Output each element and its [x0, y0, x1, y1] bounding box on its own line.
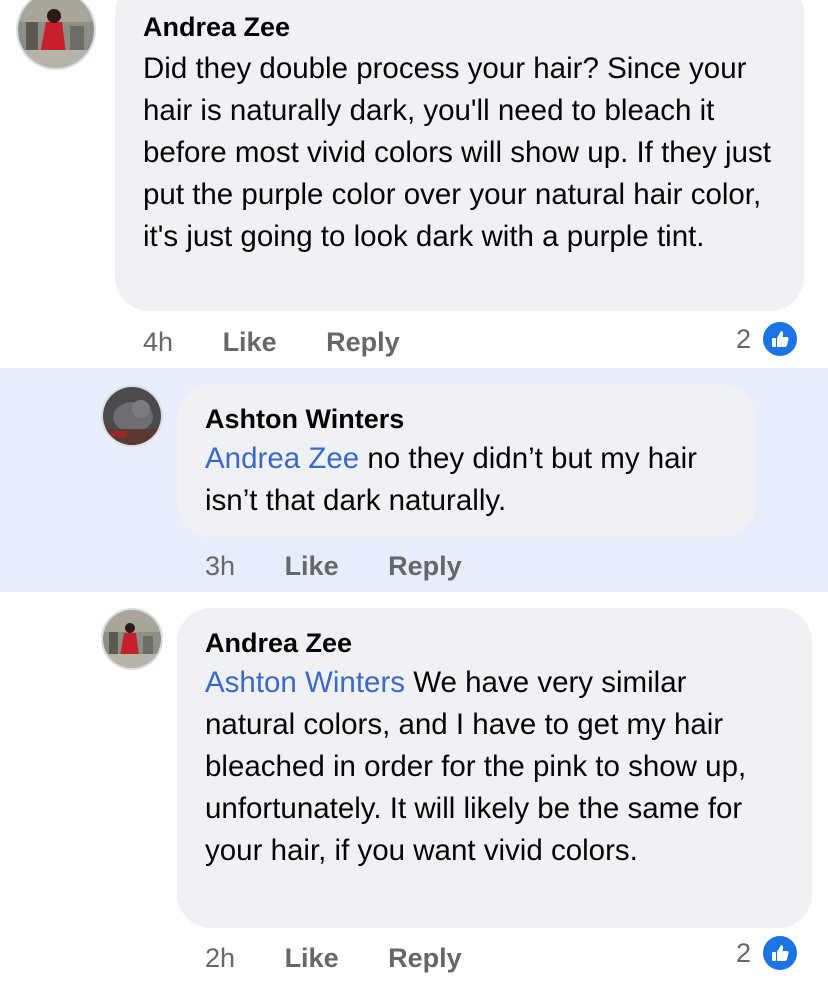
like-button[interactable]: Like — [285, 551, 339, 581]
comment-actions: 4h Like Reply — [143, 325, 400, 359]
reaction-count: 2 — [736, 323, 752, 354]
avatar[interactable] — [16, 0, 96, 70]
avatar-photo — [18, 0, 94, 68]
reaction-summary[interactable]: 2 — [736, 320, 800, 358]
comment-author[interactable]: Andrea Zee — [205, 626, 784, 660]
avatar-photo — [103, 610, 161, 668]
comment-author[interactable]: Andrea Zee — [143, 10, 776, 44]
comment-row: Andrea Zee Did they double process your … — [0, 0, 828, 368]
reply-button[interactable]: Reply — [388, 943, 462, 973]
comment-bubble[interactable]: Andrea Zee Ashton Winters We have very s… — [177, 608, 812, 928]
comment-row-highlighted: Ashton Winters Andrea Zee no they didn’t… — [0, 368, 828, 592]
avatar[interactable] — [101, 608, 163, 670]
comment-text: Did they double process your hair? Since… — [143, 52, 771, 253]
reaction-count: 2 — [736, 937, 752, 968]
like-button[interactable]: Like — [223, 327, 277, 357]
reply-button[interactable]: Reply — [326, 327, 400, 357]
comment-bubble[interactable]: Andrea Zee Did they double process your … — [115, 0, 804, 311]
reaction-summary[interactable]: 2 — [736, 934, 800, 972]
comment-actions: 3h Like Reply — [205, 549, 462, 583]
comment-row: Andrea Zee Ashton Winters We have very s… — [0, 592, 828, 986]
reply-button[interactable]: Reply — [388, 551, 462, 581]
thumbs-up-icon — [761, 934, 800, 972]
like-button[interactable]: Like — [285, 943, 339, 973]
avatar[interactable] — [101, 385, 163, 447]
comment-author[interactable]: Ashton Winters — [205, 402, 728, 436]
mention-link[interactable]: Ashton Winters — [205, 666, 405, 699]
comment-actions: 2h Like Reply — [205, 941, 462, 975]
comment-time[interactable]: 4h — [143, 327, 173, 357]
comment-time[interactable]: 2h — [205, 943, 235, 973]
avatar-photo — [103, 387, 161, 445]
mention-link[interactable]: Andrea Zee — [205, 442, 359, 475]
thumbs-up-icon — [761, 320, 800, 358]
comment-bubble[interactable]: Ashton Winters Andrea Zee no they didn’t… — [177, 384, 756, 537]
comment-time[interactable]: 3h — [205, 551, 235, 581]
